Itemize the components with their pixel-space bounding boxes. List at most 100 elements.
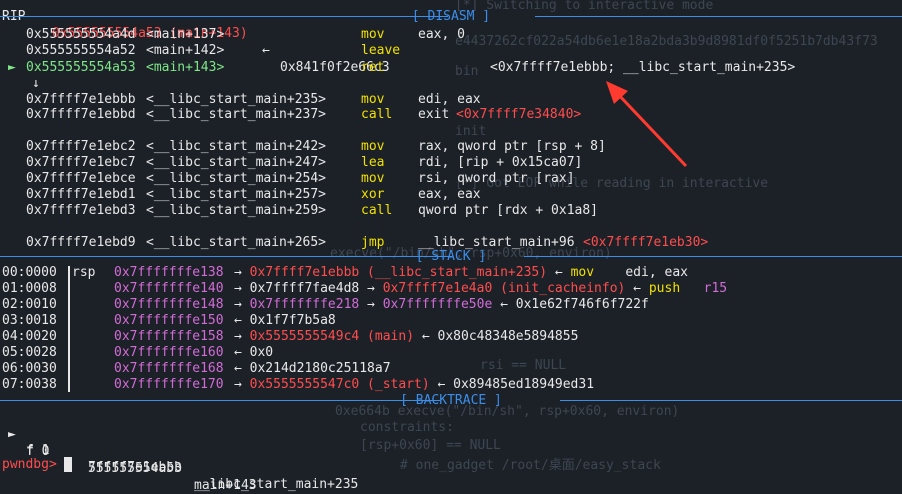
call-target: <0x7ffff7e34840> bbox=[456, 107, 582, 122]
frame-symbol: __libc_start_main+235 bbox=[194, 477, 359, 492]
instruction-mnemonic: mov bbox=[361, 27, 385, 42]
current-instruction-marker-icon: ► bbox=[8, 60, 16, 75]
instruction-symbol: <__libc_start_main+247> bbox=[146, 155, 327, 170]
stack-value-segment: → bbox=[234, 329, 250, 344]
instruction-operands: qword ptr [rdx + 0x1a8] bbox=[418, 203, 599, 218]
stack-value-segment: ← 0x0 bbox=[234, 345, 274, 360]
stack-value-segment: → bbox=[234, 265, 250, 280]
instruction-address: 0x555555554a52 bbox=[26, 43, 136, 58]
instruction-mnemonic: mov bbox=[361, 171, 385, 186]
instruction-operands: eax, eax bbox=[418, 187, 481, 202]
stack-value-chain: → 0x5555555547c0 (_start) ← 0x89485ed189… bbox=[234, 376, 594, 393]
ghost-line-8: constraints: bbox=[360, 420, 454, 435]
instruction-symbol: <__libc_start_main+254> bbox=[146, 171, 327, 186]
stack-value-chain: ← 0x0 bbox=[234, 344, 273, 361]
stack-value-chain: → 0x7ffff7e1ebbb (__libc_start_main+235)… bbox=[234, 264, 688, 281]
instruction-mnemonic: leave bbox=[361, 43, 401, 58]
stack-value-segment: ← 0x89485ed18949ed31 bbox=[429, 377, 595, 392]
frame-address: 7ffff7e1ebbb bbox=[88, 460, 182, 475]
stack-offset: 06:0030 bbox=[2, 361, 57, 376]
stack-address: 0x7fffffffe158 bbox=[114, 329, 224, 344]
stack-register-label: rsp bbox=[72, 265, 96, 280]
stack-value-segment: 0x5555555547c0 (_start) bbox=[249, 377, 430, 392]
stack-value-segment: edi, eax bbox=[594, 265, 688, 280]
stack-value-segment: 0x7ffff7e1ebbb (__libc_start_main+235) bbox=[249, 265, 548, 280]
stack-value-segment: ← 0x1f7f7b5a8 bbox=[234, 313, 336, 328]
instruction-address: 0x7ffff7e1ebd1 bbox=[26, 187, 136, 202]
instruction-operands: eax, 0 bbox=[418, 27, 465, 42]
stack-value-segment: ← 0x214d2180c25118a7 bbox=[234, 361, 391, 376]
backtrace-frame-0[interactable]: ► f 0 555555554a53 main+143 bbox=[0, 409, 257, 493]
ghost-line-9: [rsp+0x60] == NULL bbox=[360, 438, 501, 453]
stack-offset: 00:0000 bbox=[2, 265, 57, 280]
stack-value-segment: ← bbox=[547, 265, 571, 280]
stack-offset: 04:0020 bbox=[2, 329, 57, 344]
instruction-address: 0x7ffff7e1ebd3 bbox=[26, 203, 136, 218]
ghost-line-10: # one_gadget /root/桌面/easy_stack bbox=[400, 458, 661, 473]
stack-value-segment: push bbox=[648, 281, 681, 296]
stack-address: 0x7fffffffe140 bbox=[114, 281, 224, 296]
instruction-mnemonic: call bbox=[361, 107, 393, 122]
stack-value-segment: 0x7fffffffe218 bbox=[249, 297, 360, 312]
instruction-symbol: <__libc_start_main+259> bbox=[146, 203, 327, 218]
stack-value-segment: 0x7ffff7e1e4a0 (init_cacheinfo) bbox=[382, 281, 626, 296]
jump-down-arrow-icon: ↓ bbox=[32, 76, 40, 91]
stack-address: 0x7fffffffe168 bbox=[114, 361, 224, 376]
stack-value-segment: 0x5555555549c4 (main) bbox=[249, 329, 415, 344]
instruction-address: 0x555555554a4d bbox=[26, 27, 136, 42]
stack-value-chain: → 0x7fffffffe218 → 0x7fffffffe50e ← 0x1e… bbox=[234, 296, 649, 313]
instruction-address: 0x555555554a53 bbox=[26, 60, 136, 75]
backtrace-header: [ BACKTRACE ] bbox=[400, 393, 502, 408]
instruction-symbol: <main+137> bbox=[146, 27, 225, 42]
stack-value-segment: ← 0x80c48348e5894855 bbox=[414, 329, 579, 344]
stack-value-segment: → bbox=[359, 297, 383, 312]
instruction-operands: exit bbox=[418, 107, 450, 122]
stack-divider bbox=[68, 266, 70, 392]
ghost-line-1: e4437262cf022a54db6e1e18a2bda3b9d8981df0… bbox=[455, 34, 878, 49]
stack-value-segment: r15 bbox=[680, 281, 728, 296]
stack-address: 0x7fffffffe138 bbox=[114, 265, 224, 280]
instruction-address: 0x7ffff7e1ebc2 bbox=[26, 139, 136, 154]
disasm-header: [ DISASM ] bbox=[411, 9, 491, 24]
instruction-mnemonic: mov bbox=[361, 139, 385, 154]
instruction-symbol: <__libc_start_main+257> bbox=[146, 187, 327, 202]
stack-value-segment: → bbox=[234, 377, 250, 392]
instruction-operands: rdi, [rip + 0x15ca07] bbox=[418, 155, 583, 170]
stack-value-segment: 0x7fffffffe50e bbox=[382, 297, 493, 312]
stack-offset: 03:0018 bbox=[2, 313, 57, 328]
pwndbg-prompt: pwndbg> bbox=[2, 457, 65, 472]
stack-value-segment: ← 0x1e62f746f6f722f bbox=[492, 297, 649, 312]
instruction-symbol: <main+143> bbox=[146, 60, 225, 75]
stack-offset: 05:0028 bbox=[2, 345, 57, 360]
instruction-operands: rax, qword ptr [rsp + 8] bbox=[418, 139, 606, 154]
rip-register-line: RIP 0x555555554a53 (main+143) ← 0x841f0f… bbox=[0, 0, 390, 75]
return-target: <0x7ffff7e1ebbb; __libc_start_main+235> bbox=[490, 60, 796, 75]
stack-value-chain: ← 0x214d2180c25118a7 bbox=[234, 360, 391, 377]
stack-offset: 02:0010 bbox=[2, 297, 57, 312]
stack-offset: 01:0008 bbox=[2, 281, 57, 296]
ghost-line-6: rsi == NULL bbox=[480, 358, 567, 373]
instruction-address: 0x7ffff7e1ebce bbox=[26, 171, 136, 186]
stack-value-chain: → 0x5555555549c4 (main) ← 0x80c48348e589… bbox=[234, 328, 578, 345]
instruction-symbol: <main+142> bbox=[146, 43, 225, 58]
stack-address: 0x7fffffffe150 bbox=[114, 313, 224, 328]
instruction-symbol: <__libc_start_main+237> bbox=[146, 107, 327, 122]
instruction-address: 0x7ffff7e1ebc7 bbox=[26, 155, 136, 170]
instruction-mnemonic: xor bbox=[361, 187, 385, 202]
stack-value-chain: → 0x7ffff7fae4d8 → 0x7ffff7e1e4a0 (init_… bbox=[234, 280, 727, 297]
ghost-line-2: bin bbox=[455, 64, 479, 79]
stack-header: [ STACK ] bbox=[415, 249, 487, 264]
stack-value-segment: ← bbox=[625, 281, 649, 296]
ghost-line-3: init bbox=[455, 124, 487, 139]
stack-value-segment: → 0x7ffff7fae4d8 → bbox=[234, 281, 383, 296]
stack-value-chain: ← 0x1f7f7b5a8 bbox=[234, 312, 336, 329]
rip-arrow: ← bbox=[262, 43, 270, 58]
stack-value-segment: → bbox=[234, 297, 250, 312]
stack-address: 0x7fffffffe148 bbox=[114, 297, 224, 312]
stack-address: 0x7fffffffe170 bbox=[114, 377, 224, 392]
terminal-cursor[interactable] bbox=[64, 457, 72, 472]
stack-address: 0x7fffffffe160 bbox=[114, 345, 224, 360]
backtrace-frame-1[interactable]: f 1 7ffff7e1ebbb __libc_start_main+235 bbox=[0, 425, 358, 492]
stack-offset: 07:0038 bbox=[2, 377, 57, 392]
instruction-address: 0x7ffff7e1ebbd bbox=[26, 107, 136, 122]
